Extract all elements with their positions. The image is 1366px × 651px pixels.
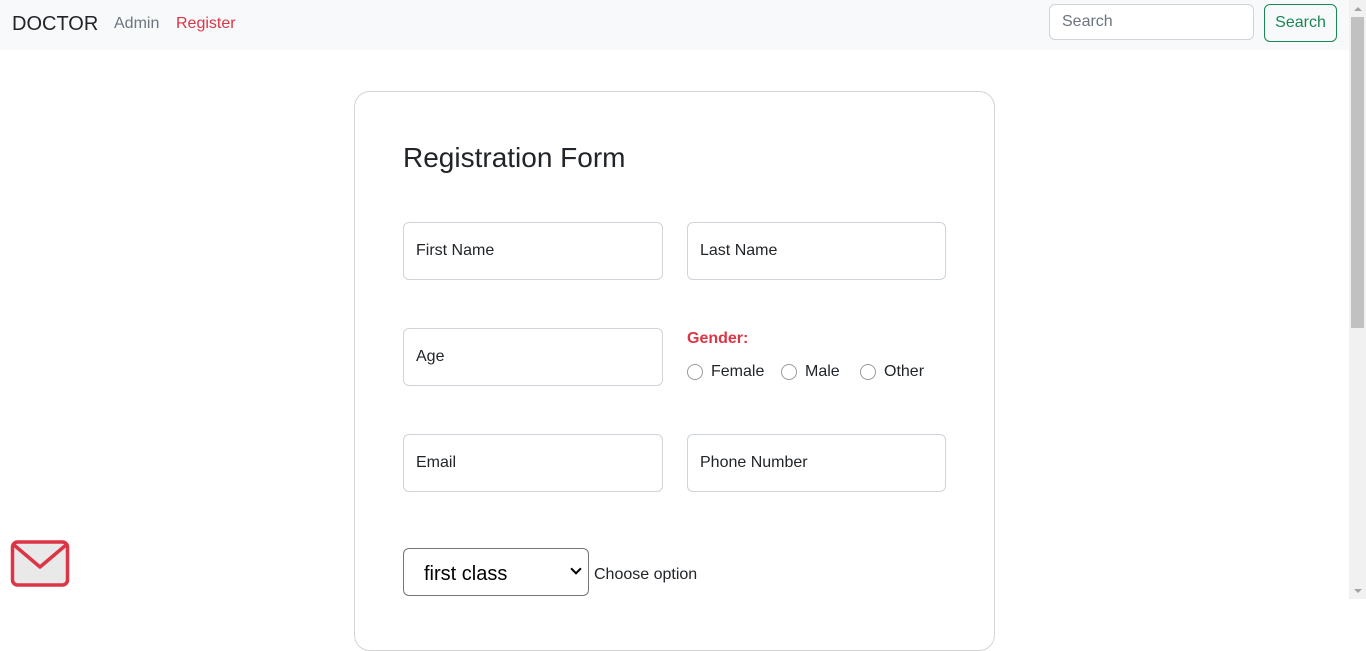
scroll-down-arrow-icon[interactable] <box>1349 582 1366 599</box>
scroll-up-arrow-icon[interactable] <box>1349 0 1366 17</box>
choose-option-label: Choose option <box>594 566 698 583</box>
email-field[interactable] <box>403 434 663 492</box>
nav-link-register[interactable]: Register <box>176 14 236 34</box>
first-name-field[interactable] <box>403 222 663 280</box>
gender-option-female[interactable]: Female <box>687 362 764 382</box>
phone-number-field[interactable] <box>687 434 946 492</box>
radio-male[interactable] <box>781 364 797 380</box>
mail-icon[interactable] <box>10 539 70 589</box>
nav-link-admin[interactable]: Admin <box>114 14 159 34</box>
last-name-field[interactable] <box>687 222 946 280</box>
chevron-down-icon <box>570 563 582 575</box>
age-field[interactable] <box>403 328 663 386</box>
search-button[interactable]: Search <box>1264 4 1337 42</box>
gender-option-other[interactable]: Other <box>860 362 924 382</box>
scrollbar-thumb[interactable] <box>1351 17 1364 328</box>
radio-female[interactable] <box>687 364 703 380</box>
radio-label-male: Male <box>805 363 840 380</box>
search-input[interactable] <box>1049 4 1254 40</box>
class-select-value: first class <box>424 563 508 585</box>
gender-option-male[interactable]: Male <box>781 362 840 382</box>
gender-label: Gender: <box>687 330 749 347</box>
class-select[interactable]: first class <box>403 548 589 596</box>
form-title: Registration Form <box>403 142 626 173</box>
radio-label-female: Female <box>711 363 765 380</box>
navbar: DOCTOR Admin Register Search <box>0 0 1349 50</box>
page-scrollbar[interactable] <box>1349 0 1366 599</box>
radio-other[interactable] <box>860 364 876 380</box>
brand-logo[interactable]: DOCTOR <box>12 12 98 36</box>
radio-label-other: Other <box>884 363 925 380</box>
